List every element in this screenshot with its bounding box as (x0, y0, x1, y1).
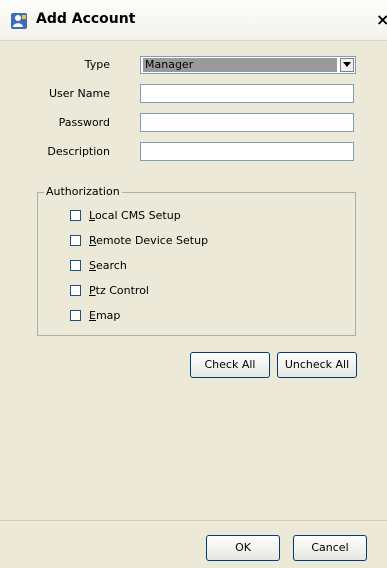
title-bar: Add Account × (0, 0, 387, 41)
checkbox-label: Remote Device Setup (89, 234, 209, 247)
authorization-legend: Authorization (44, 185, 122, 198)
checkbox[interactable] (70, 260, 81, 271)
cancel-button[interactable]: Cancel (293, 535, 367, 561)
checkbox-label: Emap (89, 309, 121, 322)
authorization-group (37, 192, 356, 336)
user-name-field[interactable] (140, 84, 354, 103)
dropdown-arrow-icon[interactable] (340, 58, 354, 72)
password-label: Password (58, 116, 110, 129)
uncheck-all-button[interactable]: Uncheck All (277, 352, 357, 378)
user-icon (11, 13, 27, 29)
type-label: Type (84, 58, 110, 71)
checkbox-label: Search (89, 259, 127, 272)
checkbox[interactable] (70, 285, 81, 296)
type-selected-value: Manager (143, 58, 337, 72)
checkbox[interactable] (70, 235, 81, 246)
checkbox[interactable] (70, 310, 81, 321)
checkbox-label: Local CMS Setup (89, 209, 181, 222)
checkbox[interactable] (70, 210, 81, 221)
close-icon[interactable]: × (376, 10, 387, 29)
window-title: Add Account (36, 11, 136, 27)
check-all-button[interactable]: Check All (190, 352, 270, 378)
description-label: Description (47, 145, 110, 158)
checkbox-label: Ptz Control (89, 284, 149, 297)
ok-button[interactable]: OK (206, 535, 280, 561)
description-field[interactable] (140, 142, 354, 161)
type-dropdown[interactable]: Manager (140, 56, 356, 74)
user-name-label: User Name (48, 87, 110, 100)
password-field[interactable] (140, 113, 354, 132)
